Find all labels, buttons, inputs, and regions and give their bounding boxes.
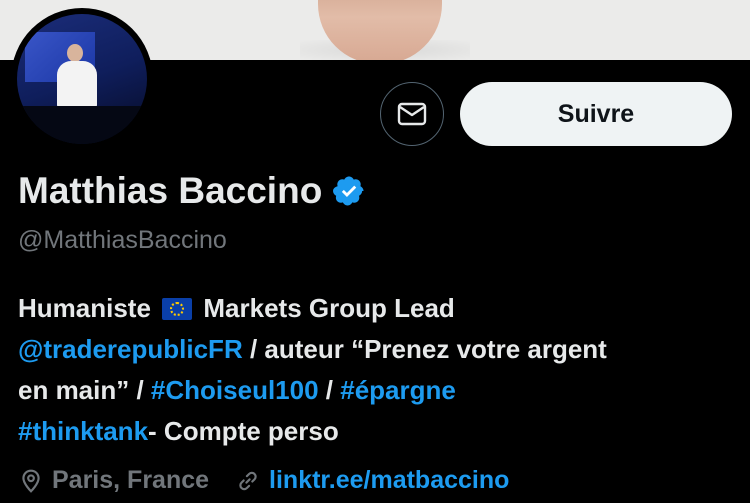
bio-text: Markets Group Lead [203,293,455,323]
envelope-icon [397,102,427,126]
profile-bio: Humaniste Markets Group Lead @traderepub… [18,288,738,452]
hashtag-link[interactable]: #thinktank [18,416,148,446]
eu-flag-icon [162,298,193,320]
message-button[interactable] [380,82,444,146]
link-icon [239,471,257,490]
profile-name: Matthias Baccino [18,170,323,211]
location-item: Paris, France [18,466,209,495]
profile-meta: Paris, France linktr.ee/matbaccino [18,466,535,495]
website-item[interactable]: linktr.ee/matbaccino [235,466,509,495]
hashtag-link[interactable]: #Choiseul100 [151,375,319,405]
avatar-person-head [67,44,83,62]
follow-button[interactable]: Suivre [460,82,732,146]
bio-text: / [318,375,341,405]
bio-text: en main” / [18,375,151,405]
bio-text: - Compte perso [148,416,339,446]
bio-line-1: Humaniste Markets Group Lead [18,288,738,329]
mention-link[interactable]: @traderepublicFR [18,334,243,364]
profile-name-row: Matthias Baccino [18,170,366,212]
profile-handle: @MatthiasBaccino [18,226,227,254]
profile-avatar[interactable] [11,8,153,150]
avatar-person-body [57,61,97,109]
bio-line-2: @traderepublicFR / auteur “Prenez votre … [18,329,738,370]
website-link[interactable]: linktr.ee/matbaccino [269,466,509,495]
location-pin-icon [22,469,40,493]
bio-text: Humaniste [18,293,151,323]
avatar-photo [17,14,147,144]
avatar-stage [17,106,147,144]
bio-line-3: en main” / #Choiseul100 / #épargne [18,370,738,411]
hashtag-link[interactable]: #épargne [340,375,456,405]
location-text: Paris, France [52,466,210,494]
bio-text: / auteur “Prenez votre argent [242,334,607,364]
verified-badge-icon[interactable] [332,174,366,208]
bio-line-4: #thinktank- Compte perso [18,411,738,452]
